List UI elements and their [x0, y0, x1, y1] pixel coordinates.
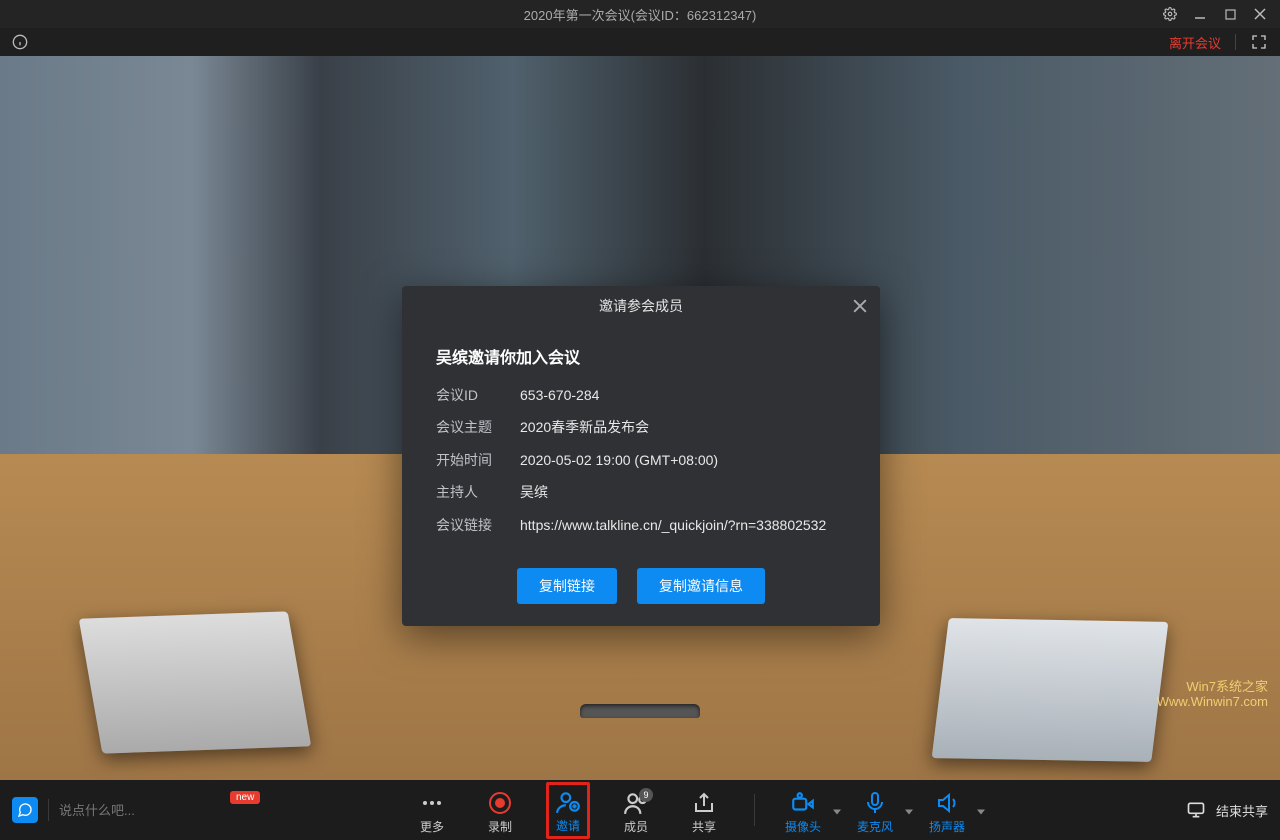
laptop-left	[79, 611, 312, 753]
end-share-button[interactable]: 结束共享	[1186, 800, 1268, 820]
mic-button[interactable]: 麦克风	[855, 786, 903, 839]
camera-icon	[790, 790, 816, 816]
members-button[interactable]: 9 成员	[614, 786, 658, 839]
maximize-icon[interactable]	[1222, 6, 1238, 22]
members-icon: 9	[623, 790, 649, 816]
toolbar-label: 扬声器	[929, 818, 965, 835]
value-meeting-id: 653-670-284	[520, 384, 846, 406]
bottom-toolbar: new 更多 录制 邀请 9 成员	[0, 780, 1280, 840]
dialog-actions: 复制链接 复制邀请信息	[402, 554, 880, 626]
value-start-time: 2020-05-02 19:00 (GMT+08:00)	[520, 449, 846, 471]
label-host: 主持人	[436, 481, 520, 503]
settings-icon[interactable]	[1162, 6, 1178, 22]
window-title: 2020年第一次会议(会议ID：662312347)	[524, 5, 757, 24]
divider	[1235, 34, 1236, 50]
toolbar-label: 共享	[692, 818, 716, 835]
share-icon	[691, 790, 717, 816]
value-link: https://www.talkline.cn/_quickjoin/?rn=3…	[520, 514, 846, 536]
invite-dialog: 邀请参会成员 吴缤邀请你加入会议 会议ID 653-670-284 会议主题 2…	[402, 286, 880, 626]
value-topic: 2020春季新品发布会	[520, 416, 846, 438]
divider	[48, 799, 49, 821]
video-area: 邀请参会成员 吴缤邀请你加入会议 会议ID 653-670-284 会议主题 2…	[0, 56, 1280, 780]
label-link: 会议链接	[436, 514, 520, 536]
copy-link-button[interactable]: 复制链接	[517, 568, 617, 604]
info-icon[interactable]	[12, 34, 28, 50]
divider	[754, 794, 755, 826]
record-icon	[487, 790, 513, 816]
toolbar-label: 摄像头	[785, 818, 821, 835]
members-count-badge: 9	[639, 788, 653, 802]
chat-input[interactable]	[59, 803, 199, 818]
table-grommet	[580, 704, 700, 718]
row-host: 主持人 吴缤	[436, 481, 846, 503]
dialog-header: 邀请参会成员	[402, 286, 880, 326]
chevron-down-icon[interactable]	[833, 810, 841, 815]
toolbar-label: 麦克风	[857, 818, 893, 835]
label-start-time: 开始时间	[436, 449, 520, 471]
record-button[interactable]: 录制	[478, 786, 522, 839]
close-icon[interactable]	[1252, 6, 1268, 22]
screen-icon	[1186, 800, 1206, 820]
row-link: 会议链接 https://www.talkline.cn/_quickjoin/…	[436, 514, 846, 536]
row-start-time: 开始时间 2020-05-02 19:00 (GMT+08:00)	[436, 449, 846, 471]
chat-box: new	[12, 797, 199, 823]
row-meeting-id: 会议ID 653-670-284	[436, 384, 846, 406]
chevron-down-icon[interactable]	[905, 810, 913, 815]
new-badge: new	[230, 791, 260, 804]
titlebar: 2020年第一次会议(会议ID：662312347)	[0, 0, 1280, 28]
toolbar-label: 成员	[624, 818, 648, 835]
laptop-right	[932, 618, 1169, 762]
speaker-button[interactable]: 扬声器	[927, 786, 975, 839]
row-topic: 会议主题 2020春季新品发布会	[436, 416, 846, 438]
dialog-title: 邀请参会成员	[599, 296, 683, 316]
toolbar-label: 邀请	[556, 817, 580, 834]
subbar: 离开会议	[0, 28, 1280, 56]
label-topic: 会议主题	[436, 416, 520, 438]
camera-button[interactable]: 摄像头	[783, 786, 831, 839]
minimize-icon[interactable]	[1192, 6, 1208, 22]
invite-button[interactable]: 邀请	[546, 782, 590, 839]
fullscreen-icon[interactable]	[1250, 33, 1268, 51]
toolbar-label: 录制	[488, 818, 512, 835]
dialog-close-icon[interactable]	[850, 296, 870, 316]
mic-icon	[862, 790, 888, 816]
more-icon	[419, 790, 445, 816]
value-host: 吴缤	[520, 481, 846, 503]
more-button[interactable]: 更多	[410, 786, 454, 839]
label-meeting-id: 会议ID	[436, 384, 520, 406]
end-share-label: 结束共享	[1216, 801, 1268, 820]
dialog-body: 吴缤邀请你加入会议 会议ID 653-670-284 会议主题 2020春季新品…	[402, 326, 880, 554]
toolbar-center: 更多 录制 邀请 9 成员 共享	[199, 782, 1186, 839]
invite-heading: 吴缤邀请你加入会议	[436, 344, 846, 368]
chat-icon[interactable]	[12, 797, 38, 823]
window-controls	[1162, 6, 1280, 22]
invite-icon	[555, 789, 581, 815]
share-button[interactable]: 共享	[682, 786, 726, 839]
toolbar-label: 更多	[420, 818, 444, 835]
copy-invite-button[interactable]: 复制邀请信息	[637, 568, 765, 604]
speaker-icon	[934, 790, 960, 816]
leave-meeting-button[interactable]: 离开会议	[1169, 33, 1221, 52]
chevron-down-icon[interactable]	[977, 810, 985, 815]
